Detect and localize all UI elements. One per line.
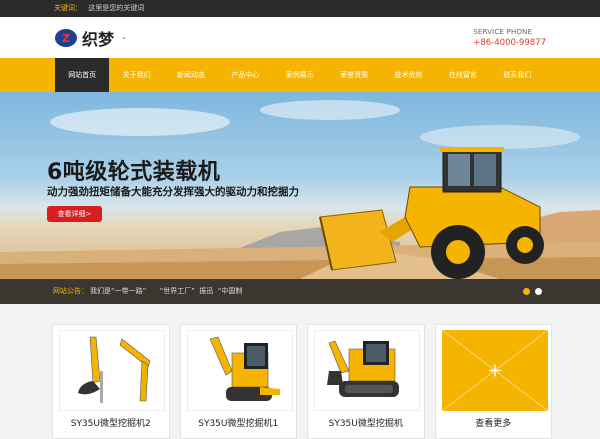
header: Z 织梦 - SERVICE PHONE +86-4000-99877	[0, 17, 600, 58]
notice-label: 网站公告：	[53, 287, 88, 295]
top-bar: 关键词： 这里是您的关键词	[0, 0, 600, 17]
view-more-card[interactable]: 查看更多	[434, 324, 552, 439]
banner-title: 6吨级轮式装载机	[47, 160, 221, 185]
excavator-icon	[327, 340, 399, 397]
nav-item-home[interactable]: 网站首页	[55, 58, 110, 92]
notice-text[interactable]: 我们是“一带一路” “世界工厂” 振迅 “中国制	[90, 279, 242, 304]
excavator-arm-icon	[78, 336, 151, 403]
logo-text: 织梦	[82, 30, 115, 49]
keyword-text: 这里是您的关键词	[88, 4, 145, 12]
logo-suffix: -	[122, 32, 126, 44]
plus-icon	[441, 330, 548, 411]
product-image[interactable]	[59, 330, 165, 411]
service-phone-label: SERVICE PHONE	[473, 28, 533, 36]
nav-item-cases[interactable]: 案例展示	[273, 58, 327, 92]
nav-item-contact[interactable]: 联系我们	[490, 58, 544, 92]
view-details-button[interactable]: 查看详细>	[47, 206, 102, 222]
product-name[interactable]: SY35U微型挖掘机	[308, 416, 424, 429]
product-image[interactable]	[186, 330, 293, 411]
keyword-label: 关键词：	[54, 4, 82, 12]
service-phone: SERVICE PHONE +86-4000-99877	[473, 28, 546, 48]
product-image[interactable]	[314, 330, 420, 411]
nav-item-tech[interactable]: 技术优势	[381, 58, 435, 92]
logo-icon: Z	[55, 29, 77, 47]
product-name[interactable]: SY35U微型挖掘机2	[53, 416, 169, 429]
nav-item-about[interactable]: 关于我们	[109, 58, 163, 92]
nav-item-honors[interactable]: 荣誉资质	[327, 58, 381, 92]
product-card[interactable]: SY35U微型挖掘机	[307, 324, 425, 439]
product-card[interactable]: SY35U微型挖掘机2	[52, 324, 170, 439]
logo[interactable]: Z 织梦 -	[55, 26, 126, 50]
product-card[interactable]: SY35U微型挖掘机1	[179, 324, 297, 439]
nav-item-news[interactable]: 新闻动态	[164, 58, 218, 92]
excavator-icon	[209, 336, 280, 401]
service-phone-number: +86-4000-99877	[473, 38, 546, 48]
nav-item-message[interactable]: 在线留言	[436, 58, 490, 92]
hero-banner[interactable]: 6吨级轮式装载机 动力强劲扭矩储备大能充分发挥强大的驱动力和挖掘力 查看详细>	[0, 92, 600, 279]
carousel-dots	[523, 288, 542, 295]
nav-item-products[interactable]: 产品中心	[218, 58, 272, 92]
product-name[interactable]: SY35U微型挖掘机1	[181, 416, 297, 429]
banner-subtitle: 动力强劲扭矩储备大能充分发挥强大的驱动力和挖掘力	[47, 186, 299, 198]
notice-bar: 网站公告： 我们是“一带一路” “世界工厂” 振迅 “中国制	[0, 279, 600, 304]
main-nav: 网站首页 关于我们 新闻动态 产品中心 案例展示 荣誉资质 技术优势 在线留言 …	[0, 58, 600, 92]
carousel-dot-1[interactable]	[523, 288, 530, 295]
view-more-image[interactable]	[441, 330, 548, 411]
view-more-label[interactable]: 查看更多	[436, 416, 552, 429]
product-list: SY35U微型挖掘机2 SY35U微型挖掘机1 SY35U微型挖掘机 查看更多	[52, 324, 552, 439]
carousel-dot-2[interactable]	[535, 288, 542, 295]
